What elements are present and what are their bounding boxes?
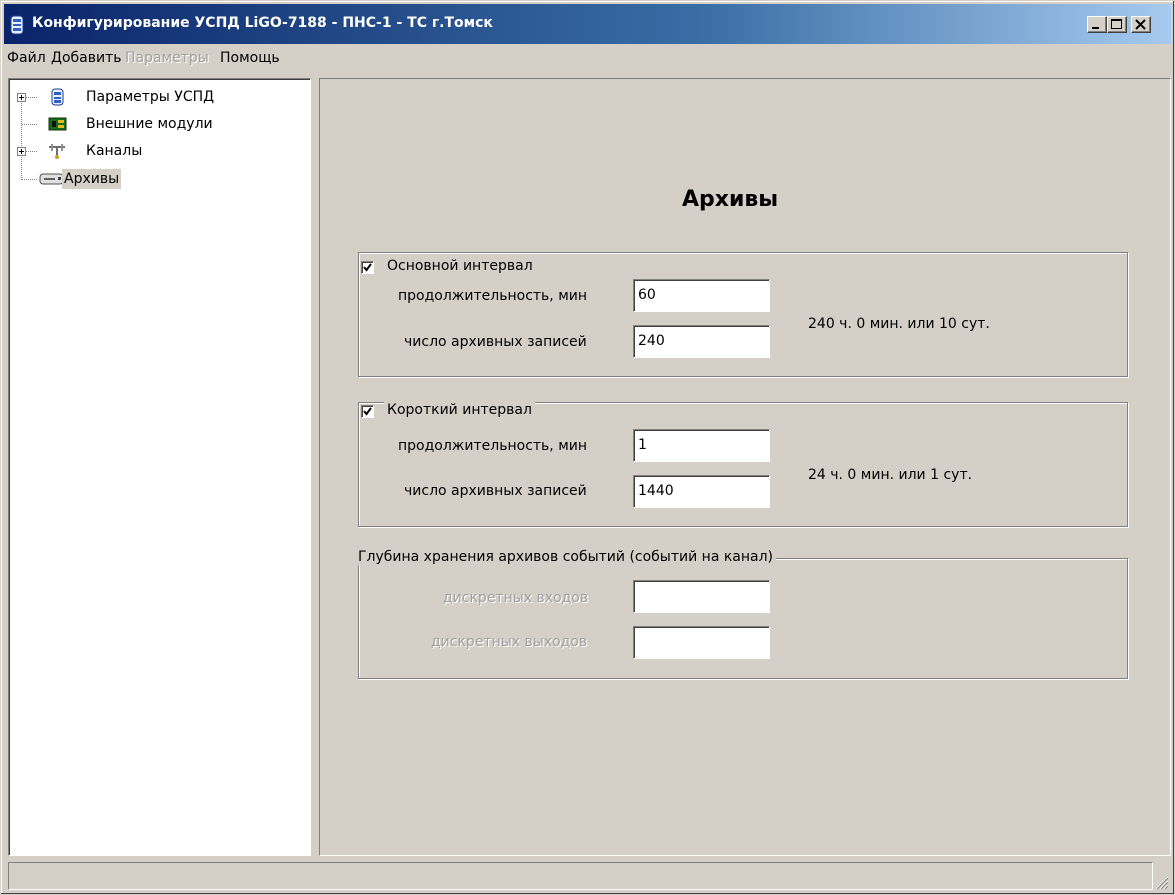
discrete-outputs-input[interactable]	[633, 626, 770, 659]
main-interval-summary: 240 ч. 0 мин. или 10 сут.	[808, 316, 990, 332]
device-icon	[49, 88, 69, 106]
main-duration-input[interactable]: 60	[633, 279, 770, 312]
tree-item-label: Параметры УСПД	[86, 89, 215, 105]
menu-help[interactable]: Помощь	[220, 50, 280, 66]
checkmark-icon	[363, 263, 372, 272]
status-pane	[8, 862, 1153, 890]
module-board-icon	[48, 115, 68, 133]
menu-parameters[interactable]: Параметры	[125, 50, 209, 66]
events-depth-group	[358, 558, 1128, 679]
minimize-icon	[1092, 27, 1099, 29]
short-records-input[interactable]: 1440	[633, 475, 770, 508]
tree-item-label: Архивы	[62, 169, 122, 189]
menu-bar: Файл Добавить Параметры Помощь	[4, 46, 1171, 72]
tree-item-label: Внешние модули	[86, 116, 213, 132]
resize-grip-icon[interactable]	[1155, 876, 1169, 890]
checkmark-icon	[363, 407, 372, 416]
short-interval-checkbox[interactable]	[361, 405, 374, 418]
short-duration-label: продолжительность, мин	[398, 438, 588, 454]
menu-add[interactable]: Добавить	[51, 50, 121, 66]
maximize-icon	[1111, 19, 1122, 29]
navigation-tree[interactable]: Параметры УСПД Внешние модули Каналы Арх…	[8, 78, 311, 856]
minimize-button[interactable]	[1087, 16, 1107, 33]
title-bar[interactable]: Конфигурирование УСПД LiGO-7188 - ПНС-1 …	[4, 4, 1171, 44]
short-duration-input[interactable]: 1	[633, 429, 770, 462]
window-title: Конфигурирование УСПД LiGO-7188 - ПНС-1 …	[32, 15, 493, 31]
app-icon	[10, 15, 24, 35]
main-records-label: число архивных записей	[404, 334, 587, 350]
close-button[interactable]	[1131, 16, 1151, 33]
close-icon	[1135, 19, 1146, 30]
tree-item-label: Каналы	[86, 143, 143, 159]
channels-icon	[47, 142, 67, 160]
short-interval-group	[358, 402, 1128, 527]
app-window: Конфигурирование УСПД LiGO-7188 - ПНС-1 …	[0, 0, 1175, 895]
discrete-inputs-input[interactable]	[633, 580, 770, 613]
events-depth-legend: Глубина хранения архивов событий (событи…	[355, 549, 777, 565]
discrete-inputs-label: дискретных входов	[443, 590, 589, 606]
menu-file[interactable]: Файл	[7, 50, 46, 66]
main-records-input[interactable]: 240	[633, 325, 770, 358]
status-bar	[4, 862, 1171, 892]
short-records-label: число архивных записей	[404, 483, 587, 499]
maximize-button[interactable]	[1107, 16, 1127, 33]
short-interval-legend: Короткий интервал	[384, 402, 535, 418]
expand-parameters-toggle[interactable]	[17, 93, 26, 102]
discrete-outputs-label: дискретных выходов	[431, 634, 588, 650]
panel-splitter[interactable]	[311, 78, 319, 856]
page-title: Архивы	[682, 187, 779, 212]
short-interval-summary: 24 ч. 0 мин. или 1 сут.	[808, 467, 973, 483]
main-interval-legend: Основной интервал	[384, 258, 536, 274]
main-interval-checkbox[interactable]	[361, 261, 374, 274]
main-duration-label: продолжительность, мин	[398, 288, 588, 304]
expand-channels-toggle[interactable]	[17, 147, 26, 156]
